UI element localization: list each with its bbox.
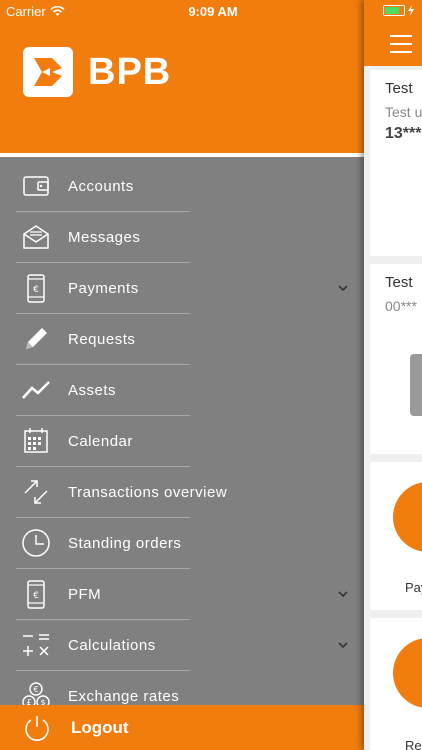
clock-icon xyxy=(22,529,50,557)
svg-text:€: € xyxy=(33,591,39,601)
menu-item-messages[interactable]: Messages xyxy=(0,212,364,263)
envelope-icon xyxy=(23,225,49,249)
main-content-peek: Test Test u 13*** Test 00*** Pay Re xyxy=(364,0,422,750)
menu-item-label: Accounts xyxy=(68,178,134,195)
power-icon xyxy=(25,716,49,741)
svg-text:€: € xyxy=(33,285,39,295)
menu-item-label: Requests xyxy=(68,331,136,348)
phone-euro-icon: € xyxy=(27,580,45,609)
menu-item-assets[interactable]: Assets xyxy=(0,365,364,416)
menu-item-payments[interactable]: € Payments xyxy=(0,263,364,314)
calendar-icon xyxy=(24,428,48,453)
card-title: Test xyxy=(385,80,413,97)
shortcut-label: Re xyxy=(405,738,422,750)
account-card[interactable]: Test Test u 13*** xyxy=(370,70,422,256)
menu-item-label: Standing orders xyxy=(68,535,182,552)
bpb-logo-mark-icon xyxy=(23,47,73,97)
menu-item-transactions-overview[interactable]: Transactions overview xyxy=(0,467,364,518)
menu-item-label: Assets xyxy=(68,382,117,399)
menu-item-accounts[interactable]: Accounts xyxy=(0,161,364,212)
chevron-down-icon[interactable] xyxy=(338,640,348,650)
shortcut-circle-icon xyxy=(393,482,422,552)
card-subtitle: Test u xyxy=(385,104,422,120)
shortcut-circle-icon xyxy=(393,638,422,708)
menu-item-calculations[interactable]: Calculations xyxy=(0,620,364,671)
bpb-logo: BPB xyxy=(22,46,171,98)
menu-item-calendar[interactable]: Calendar xyxy=(0,416,364,467)
drawer-menu: Accounts Messages € Payments Requests As… xyxy=(0,161,364,722)
menu-item-label: Messages xyxy=(68,229,141,246)
brand-name: BPB xyxy=(88,50,172,93)
logout-label: Logout xyxy=(71,718,129,737)
menu-item-label: Exchange rates xyxy=(68,688,180,705)
chevron-down-icon[interactable] xyxy=(338,283,348,293)
card-thumbnail xyxy=(410,354,422,416)
menu-item-label: Transactions overview xyxy=(68,484,228,501)
payments-shortcut[interactable]: Pay xyxy=(370,462,422,610)
hamburger-menu-icon[interactable] xyxy=(390,35,412,59)
trend-line-icon xyxy=(22,381,50,399)
arrows-icon xyxy=(24,480,48,504)
card-account-number: 00*** xyxy=(385,298,417,314)
battery-icon xyxy=(383,5,405,16)
menu-item-label: Calculations xyxy=(68,637,156,654)
clock: 9:09 AM xyxy=(188,4,238,19)
menu-item-label: Payments xyxy=(68,280,139,297)
menu-item-label: Calendar xyxy=(68,433,133,450)
status-bar: Carrier 9:09 AM xyxy=(0,0,422,22)
pencil-icon xyxy=(26,328,47,349)
phone-euro-icon: € xyxy=(27,274,45,303)
shortcut-label: Pay xyxy=(405,580,422,595)
logout-button[interactable]: Logout xyxy=(0,705,364,750)
requests-shortcut[interactable]: Re xyxy=(370,618,422,750)
drawer-header: BPB xyxy=(0,0,364,157)
charging-bolt-icon xyxy=(408,5,414,16)
menu-item-standing-orders[interactable]: Standing orders xyxy=(0,518,364,569)
card-title: Test xyxy=(385,274,413,291)
wallet-icon xyxy=(23,176,49,196)
account-card[interactable]: Test 00*** xyxy=(370,264,422,454)
menu-item-pfm[interactable]: € PFM xyxy=(0,569,364,620)
calculator-icon xyxy=(23,634,49,656)
chevron-down-icon[interactable] xyxy=(338,589,348,599)
navigation-drawer: BPB Accounts Messages € Payments Request… xyxy=(0,0,364,750)
menu-item-requests[interactable]: Requests xyxy=(0,314,364,365)
battery xyxy=(383,5,414,16)
menu-item-label: PFM xyxy=(68,586,102,603)
card-account-number: 13*** xyxy=(385,125,422,142)
svg-text:€: € xyxy=(33,685,38,694)
